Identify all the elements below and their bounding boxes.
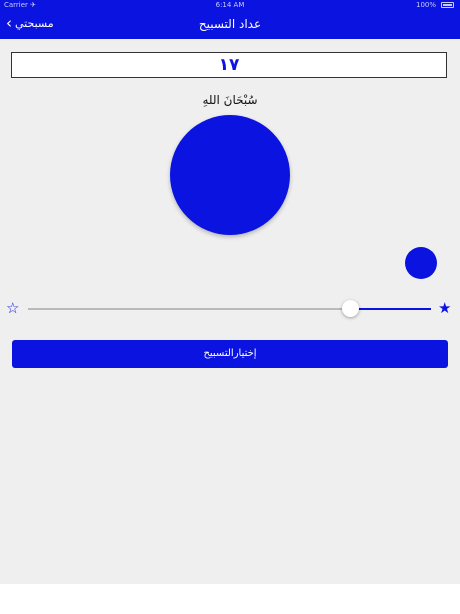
select-dhikr-button[interactable]: إختيارالتسبيح [12,340,448,368]
reset-button[interactable] [405,247,437,279]
slider-fill [350,308,431,310]
navigation-bar: ‹ مسبحتي عداد التسبيح [0,11,460,39]
bottom-area [0,584,460,614]
counter-display: ١٧ [11,52,447,78]
count-tap-button[interactable] [170,115,290,235]
battery-icon [441,2,454,8]
size-slider[interactable] [28,300,431,317]
dhikr-label: سُبْحَانَ اللهِ [202,93,258,107]
page-title: عداد التسبيح [198,17,262,31]
star-outline-icon: ☆ [6,299,20,317]
battery-percent: 100% [415,1,436,9]
star-filled-icon: ★ [438,299,452,317]
status-bar: Carrier ✈ 6:14 AM 100% [0,0,460,11]
slider-thumb[interactable] [342,300,360,317]
status-time: 6:14 AM [215,1,245,9]
